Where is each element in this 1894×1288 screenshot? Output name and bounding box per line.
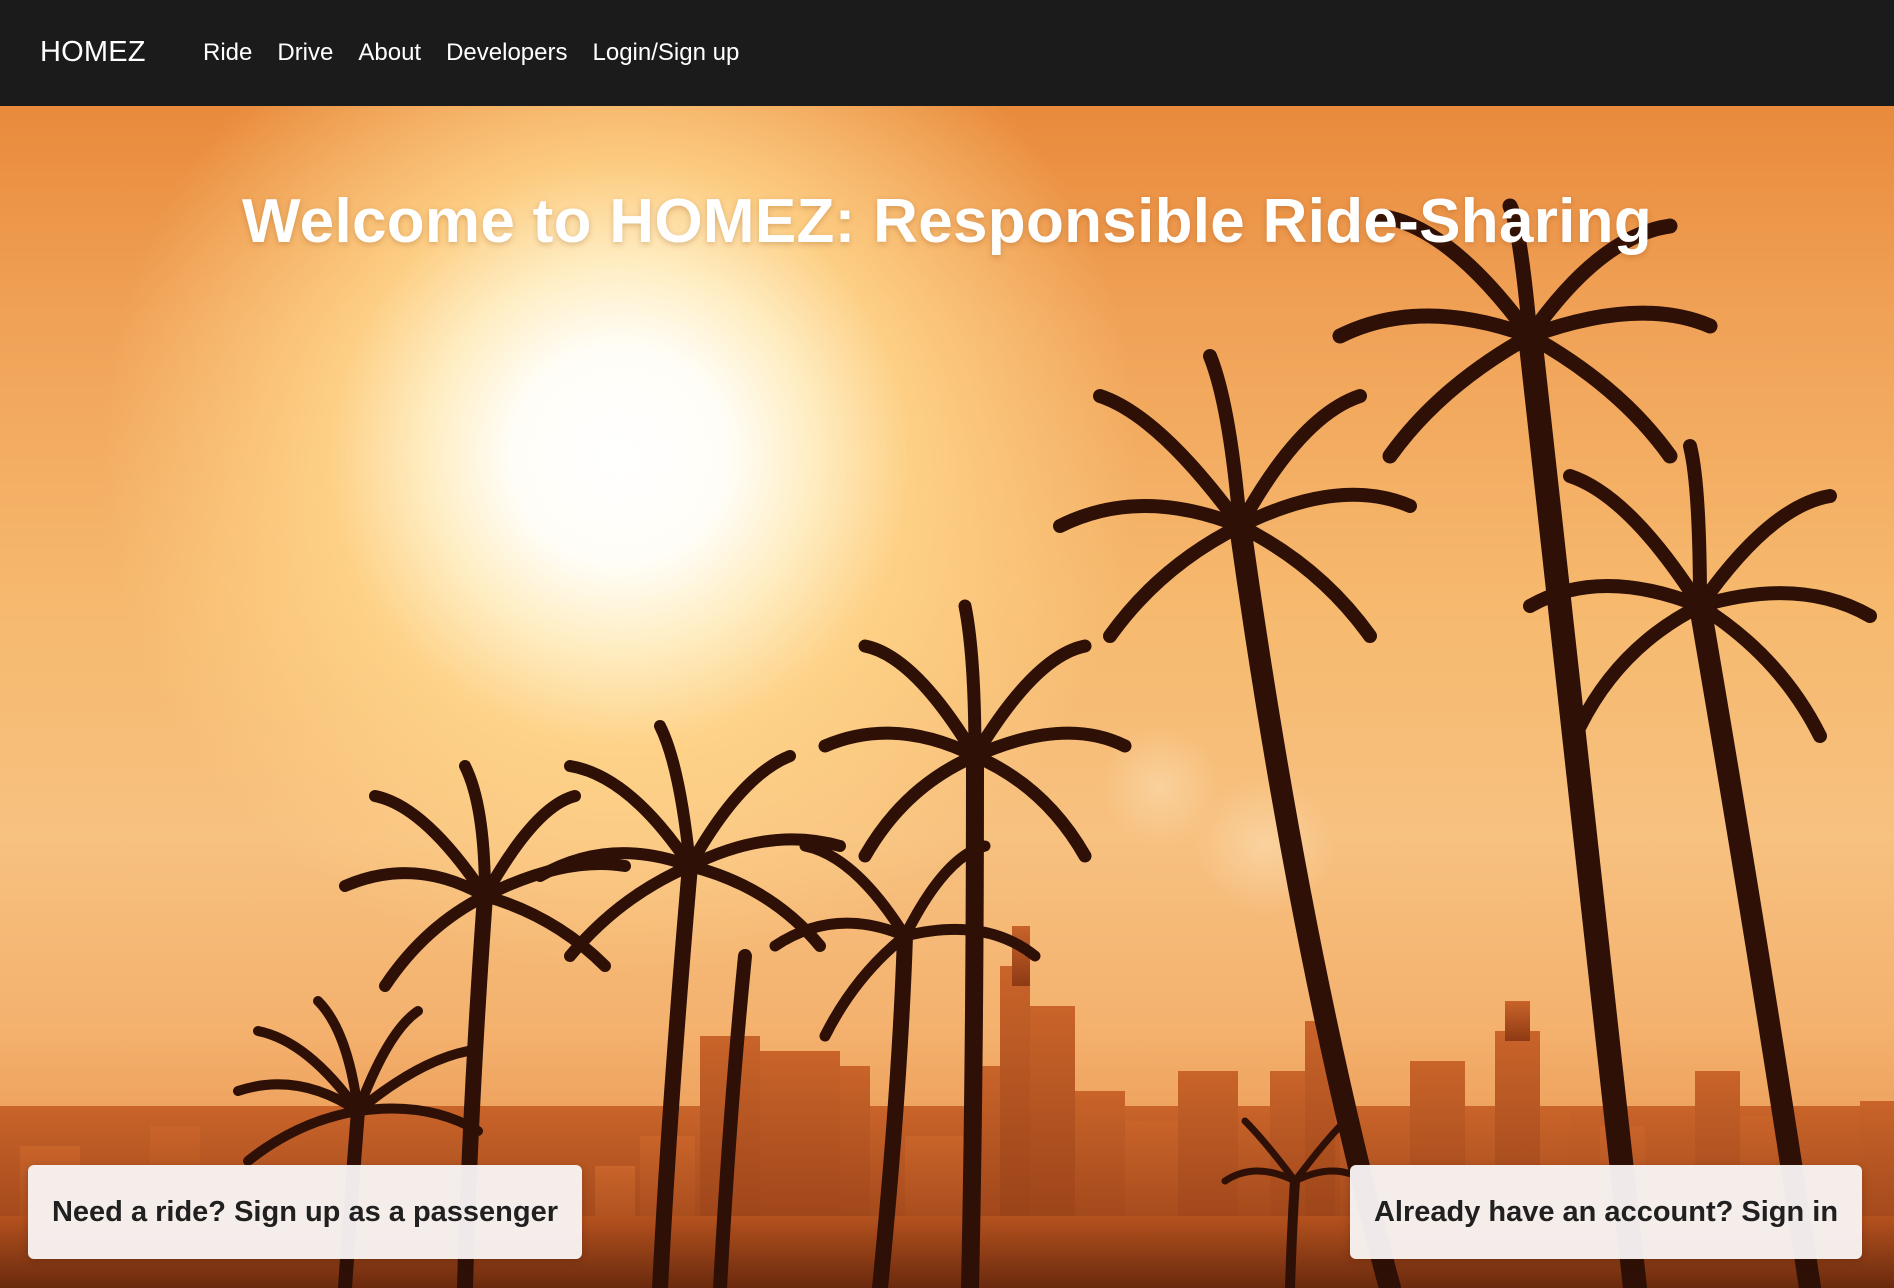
- nav-link-drive[interactable]: Drive: [277, 39, 333, 67]
- nav-link-login-signup[interactable]: Login/Sign up: [593, 39, 740, 67]
- hero-background-image: [0, 198, 1894, 1288]
- hero-section: Welcome to HOMEZ: Responsible Ride-Shari…: [0, 106, 1894, 1288]
- sign-in-button[interactable]: Already have an account? Sign in: [1350, 1165, 1862, 1259]
- nav-link-ride[interactable]: Ride: [203, 39, 252, 67]
- page: HOMEZ Ride Drive About Developers Login/…: [0, 0, 1894, 1288]
- brand-logo-link[interactable]: HOMEZ: [40, 0, 146, 106]
- top-navbar: HOMEZ Ride Drive About Developers Login/…: [0, 0, 1894, 106]
- hero-title: Welcome to HOMEZ: Responsible Ride-Shari…: [241, 187, 1653, 256]
- nav-link-developers[interactable]: Developers: [446, 39, 567, 67]
- nav-links: Ride Drive About Developers Login/Sign u…: [203, 0, 764, 106]
- signup-passenger-button[interactable]: Need a ride? Sign up as a passenger: [28, 1165, 582, 1259]
- nav-link-about[interactable]: About: [358, 39, 421, 67]
